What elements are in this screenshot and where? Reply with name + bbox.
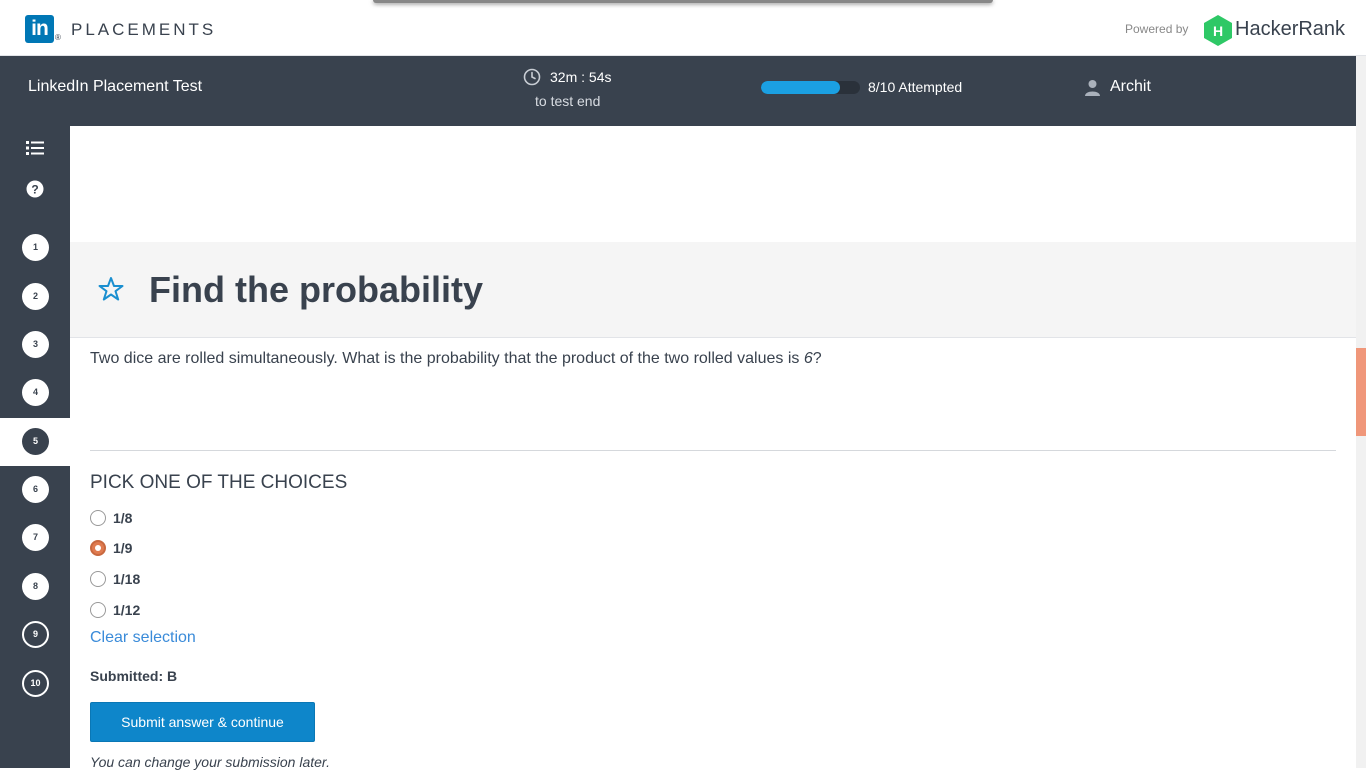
choice-b-radio[interactable] bbox=[90, 540, 106, 556]
test-header: LinkedIn Placement Test 32m : 54s to tes… bbox=[0, 56, 1356, 126]
progress-fill bbox=[761, 81, 841, 94]
question-nav-9[interactable]: 9 bbox=[22, 621, 49, 648]
submit-answer-button[interactable]: Submit answer & continue bbox=[90, 702, 315, 742]
brand-bar: in ® PLACEMENTS Powered by H HackerRank bbox=[0, 0, 1366, 56]
choice-c-radio[interactable] bbox=[90, 571, 106, 587]
question-nav-6[interactable]: 6 bbox=[22, 476, 49, 503]
divider bbox=[90, 450, 1336, 451]
choice-c-label: 1/18 bbox=[113, 571, 141, 587]
choice-a[interactable]: 1/8 bbox=[90, 508, 132, 528]
question-text: Two dice are rolled simultaneously. What… bbox=[90, 350, 822, 368]
submitted-status: Submitted: B bbox=[90, 668, 178, 684]
svg-text:H: H bbox=[1213, 23, 1223, 39]
question-nav-2[interactable]: 2 bbox=[22, 283, 49, 310]
registered-mark: ® bbox=[55, 33, 61, 42]
clock-icon bbox=[523, 68, 541, 86]
user-name[interactable]: Archit bbox=[1110, 78, 1151, 96]
powered-by-label: Powered by bbox=[1125, 22, 1189, 36]
hackerrank-logo-icon: H bbox=[1204, 15, 1232, 46]
attempted-progress-bar bbox=[761, 81, 860, 94]
help-icon[interactable]: ? bbox=[25, 179, 45, 199]
choice-d-radio[interactable] bbox=[90, 602, 106, 618]
timer-value: 32m : 54s bbox=[550, 69, 612, 85]
scrollbar-thumb[interactable] bbox=[1356, 348, 1366, 436]
question-nav-7[interactable]: 7 bbox=[22, 524, 49, 551]
question-header: Find the probability bbox=[70, 242, 1356, 338]
choice-a-label: 1/8 bbox=[113, 510, 133, 526]
user-icon bbox=[1085, 80, 1100, 96]
question-nav-current-row: 5 bbox=[0, 418, 70, 466]
question-text-value: 6 bbox=[803, 350, 813, 367]
product-name: PLACEMENTS bbox=[71, 20, 217, 39]
list-icon[interactable] bbox=[25, 138, 45, 158]
question-text-end: ? bbox=[812, 350, 822, 367]
question-title: Find the probability bbox=[149, 269, 483, 310]
linkedin-logo: in bbox=[25, 15, 54, 43]
choice-c[interactable]: 1/18 bbox=[90, 569, 140, 589]
question-nav-8[interactable]: 8 bbox=[22, 573, 49, 600]
test-title: LinkedIn Placement Test bbox=[28, 78, 203, 95]
attempted-label: 8/10 Attempted bbox=[868, 79, 963, 95]
hackerrank-wordmark: HackerRank bbox=[1235, 18, 1346, 40]
clear-selection-link[interactable]: Clear selection bbox=[90, 629, 196, 647]
question-nav-3[interactable]: 3 bbox=[22, 331, 49, 358]
question-sidebar: ? 1 2 3 4 5 6 7 8 9 10 bbox=[0, 126, 70, 768]
choice-a-radio[interactable] bbox=[90, 510, 106, 526]
choice-d[interactable]: 1/12 bbox=[90, 600, 140, 620]
choice-d-label: 1/12 bbox=[113, 602, 141, 618]
question-nav-1[interactable]: 1 bbox=[22, 234, 49, 261]
question-nav-5[interactable]: 5 bbox=[22, 428, 49, 455]
choices-heading: PICK ONE OF THE CHOICES bbox=[90, 472, 348, 493]
star-icon[interactable] bbox=[98, 276, 124, 302]
overlay-shadow bbox=[373, 0, 993, 3]
choice-b[interactable]: 1/9 bbox=[90, 538, 132, 558]
question-text-main: Two dice are rolled simultaneously. What… bbox=[90, 350, 804, 367]
question-nav-4[interactable]: 4 bbox=[22, 379, 49, 406]
timer-caption: to test end bbox=[535, 93, 601, 109]
choice-b-label: 1/9 bbox=[113, 540, 133, 556]
svg-text:?: ? bbox=[31, 183, 38, 197]
question-nav-10[interactable]: 10 bbox=[22, 670, 49, 697]
